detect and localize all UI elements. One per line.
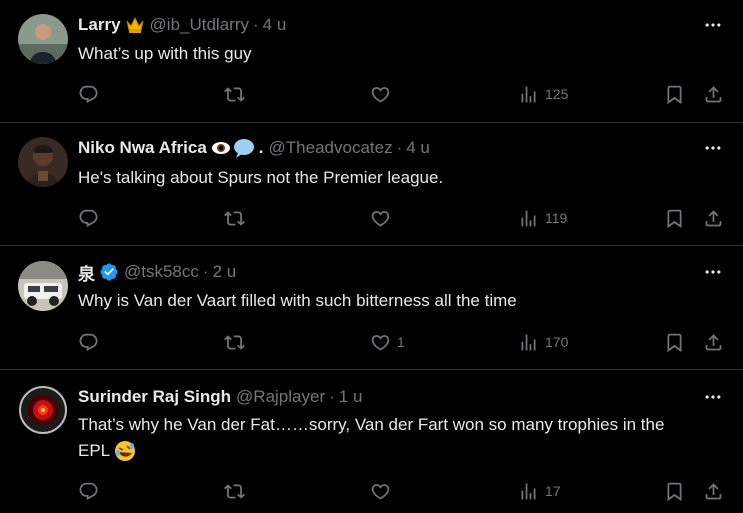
display-name[interactable]: Niko Nwa Africa xyxy=(78,138,207,158)
bookmark-button[interactable] xyxy=(664,206,685,230)
tweet-text: What’s up with this guy xyxy=(78,44,252,63)
views-button[interactable]: 170 xyxy=(518,330,568,354)
display-name[interactable]: 泉 xyxy=(78,260,95,285)
bookmark-icon xyxy=(664,332,685,353)
analytics-icon xyxy=(518,481,539,502)
like-count: 1 xyxy=(397,334,405,350)
reply-icon xyxy=(78,84,99,105)
display-name[interactable]: Surinder Raj Singh xyxy=(78,387,231,407)
separator: · xyxy=(202,262,209,281)
timestamp[interactable]: 1 u xyxy=(339,387,363,407)
heart-icon xyxy=(370,208,391,229)
crown-emoji-icon xyxy=(125,16,145,34)
views-button[interactable]: 119 xyxy=(518,206,567,230)
more-options-icon[interactable] xyxy=(703,15,723,35)
heart-icon xyxy=(370,332,391,353)
share-icon xyxy=(703,208,724,229)
heart-icon xyxy=(370,84,391,105)
bookmark-button[interactable] xyxy=(664,479,685,503)
avatar[interactable] xyxy=(18,14,68,64)
reply-tweet[interactable]: Surinder Raj Singh @Rajplayer · 1 u That… xyxy=(0,370,743,513)
bookmark-button[interactable] xyxy=(664,330,685,354)
reply-tweet[interactable]: Niko Nwa Africa . @Theadvocatez · 4 u He… xyxy=(0,123,743,246)
reply-icon xyxy=(78,208,99,229)
avatar[interactable] xyxy=(18,137,68,187)
share-icon xyxy=(703,84,724,105)
reply-icon xyxy=(78,332,99,353)
tweet-actions: 125 xyxy=(78,82,728,106)
tweet-text: Why is Van der Vaart filled with such bi… xyxy=(78,291,517,310)
reply-button[interactable] xyxy=(78,206,105,230)
views-button[interactable]: 125 xyxy=(518,82,568,106)
timestamp[interactable]: 4 u xyxy=(406,138,430,158)
more-options-icon[interactable] xyxy=(703,262,723,282)
analytics-icon xyxy=(518,332,539,353)
tweet-text-line: EPL xyxy=(78,438,728,464)
tweet-text-line: That’s why he Van der Fat……sorry, Van de… xyxy=(78,415,665,434)
like-button[interactable] xyxy=(370,82,397,106)
views-button[interactable]: 17 xyxy=(518,479,561,503)
reply-icon xyxy=(78,481,99,502)
retweet-icon xyxy=(224,208,245,229)
rolling-on-floor-laughing-emoji-icon xyxy=(114,440,136,462)
more-options-icon[interactable] xyxy=(703,138,723,158)
avatar[interactable] xyxy=(18,261,68,311)
reply-button[interactable] xyxy=(78,479,105,503)
more-options-icon[interactable] xyxy=(703,387,723,407)
bookmark-icon xyxy=(664,208,685,229)
reply-tweet[interactable]: Larry @ib_Utdlarry · 4 u What’s up with … xyxy=(0,0,743,123)
user-handle[interactable]: @tsk58cc xyxy=(124,262,199,282)
tweet-text: He's talking about Spurs not the Premier… xyxy=(78,168,444,187)
reply-button[interactable] xyxy=(78,330,105,354)
retweet-button[interactable] xyxy=(224,206,251,230)
view-count: 17 xyxy=(545,483,561,499)
share-icon xyxy=(703,332,724,353)
retweet-icon xyxy=(224,332,245,353)
reply-button[interactable] xyxy=(78,82,105,106)
display-name[interactable]: Larry xyxy=(78,15,121,35)
avatar[interactable] xyxy=(18,385,68,435)
retweet-icon xyxy=(224,84,245,105)
retweet-icon xyxy=(224,481,245,502)
like-button[interactable]: 1 xyxy=(370,330,405,354)
user-handle[interactable]: @ib_Utdlarry xyxy=(150,15,249,35)
bookmark-button[interactable] xyxy=(664,82,685,106)
tweet-actions: 17 xyxy=(78,479,728,503)
view-count: 170 xyxy=(545,334,569,350)
tweet-text-tail: EPL xyxy=(78,441,111,460)
retweet-button[interactable] xyxy=(224,330,251,354)
bookmark-icon xyxy=(664,481,685,502)
tweet-actions: 119 xyxy=(78,206,728,230)
share-icon xyxy=(703,481,724,502)
timestamp[interactable]: 4 u xyxy=(263,15,287,35)
share-button[interactable] xyxy=(703,82,724,106)
retweet-button[interactable] xyxy=(224,82,251,106)
badge-dot: . xyxy=(258,138,264,157)
user-handle[interactable]: @Theadvocatez xyxy=(269,138,393,158)
analytics-icon xyxy=(518,208,539,229)
heart-icon xyxy=(370,481,391,502)
reply-tweet[interactable]: 泉 @tsk58cc · 2 u Why is Van der Vaart fi… xyxy=(0,246,743,370)
share-button[interactable] xyxy=(703,330,724,354)
retweet-button[interactable] xyxy=(224,479,251,503)
tweet-actions: 1 170 xyxy=(78,330,728,354)
separator: · xyxy=(396,138,403,157)
view-count: 119 xyxy=(545,210,568,226)
share-button[interactable] xyxy=(703,206,724,230)
like-button[interactable] xyxy=(370,479,397,503)
timestamp[interactable]: 2 u xyxy=(213,262,237,282)
separator: · xyxy=(252,15,259,34)
view-count: 125 xyxy=(545,86,569,102)
eye-in-speech-bubble-icon xyxy=(211,138,259,158)
bookmark-icon xyxy=(664,84,685,105)
verified-badge-icon xyxy=(99,262,119,282)
like-button[interactable] xyxy=(370,206,397,230)
tweet-text: That’s why he Van der Fat……sorry, Van de… xyxy=(78,412,728,464)
analytics-icon xyxy=(518,84,539,105)
separator: · xyxy=(329,387,335,406)
user-handle[interactable]: @Rajplayer xyxy=(236,387,325,407)
share-button[interactable] xyxy=(703,479,724,503)
